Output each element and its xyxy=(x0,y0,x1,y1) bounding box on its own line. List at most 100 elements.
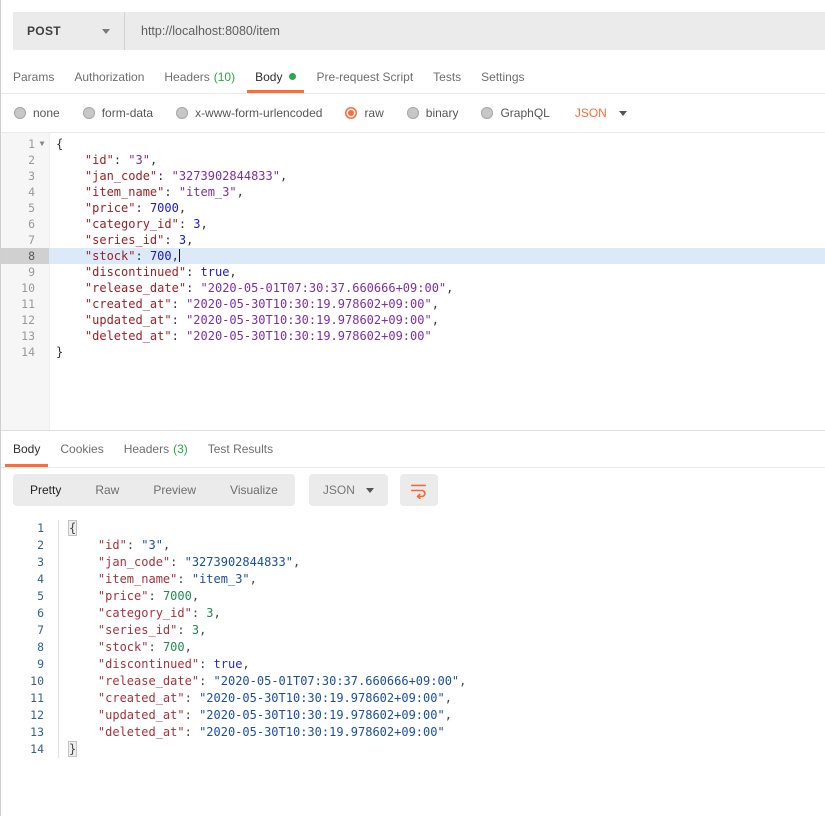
code-line-content: "price": 7000, xyxy=(49,200,825,216)
token: 3 xyxy=(193,217,201,231)
code-line-14[interactable]: 14} xyxy=(1,344,825,360)
token: "3273902844833" xyxy=(171,169,280,183)
token: : xyxy=(184,708,200,722)
code-line-4[interactable]: 4 "item_name": "item_3", xyxy=(1,184,825,200)
body-mode-binary[interactable]: binary xyxy=(406,106,458,120)
code-line-content: "stock": 700, xyxy=(49,248,825,264)
request-tab-headers[interactable]: Headers (10) xyxy=(154,60,245,93)
token: "2020-05-30T10:30:19.978602+09:00" xyxy=(199,725,445,739)
response-view-raw[interactable]: Raw xyxy=(78,474,136,506)
response-tab-test-results[interactable]: Test Results xyxy=(198,431,283,467)
body-mode-graphql[interactable]: GraphQL xyxy=(481,106,550,120)
request-tab-body[interactable]: Body xyxy=(245,60,306,93)
code-line-2[interactable]: 2 "id": "3", xyxy=(1,152,825,168)
token: "2020-05-01T07:30:37.660666+09:00" xyxy=(200,281,447,295)
request-body-editor[interactable]: 1 ▼{2 "id": "3", 3 "jan_code": "3273902844… xyxy=(1,133,825,431)
code-line-12[interactable]: 12 "updated_at": "2020-05-30T10:30:19.97… xyxy=(1,312,825,328)
code-line-6[interactable]: 6 "category_id": 3, xyxy=(1,216,825,232)
response-tab-body[interactable]: Body xyxy=(3,431,50,467)
code-line-content: "item_name": "item_3", xyxy=(49,184,825,200)
token: "category_id" xyxy=(97,606,192,620)
code-line-1[interactable]: 1 ▼ { xyxy=(1,136,825,152)
token: , xyxy=(431,297,439,311)
response-tab-headers[interactable]: Headers (3) xyxy=(114,431,198,467)
response-view-preview[interactable]: Preview xyxy=(136,474,213,506)
line-number-text: 7 xyxy=(28,233,35,247)
token: "2020-05-30T10:30:19.978602+09:00" xyxy=(186,313,432,327)
chevron-down-icon xyxy=(102,28,110,34)
line-number: 8 xyxy=(1,248,49,264)
mode-label: x-www-form-urlencoded xyxy=(195,106,323,120)
token: "3" xyxy=(128,153,150,167)
code-line-12: 12 "updated_at": "2020-05-30T10:30:19.97… xyxy=(1,707,825,724)
token: "discontinued" xyxy=(84,265,187,279)
token: "deleted_at" xyxy=(84,329,172,343)
code-line-content: "updated_at": "2020-05-30T10:30:19.97860… xyxy=(59,707,825,724)
line-number-text: 13 xyxy=(21,329,35,343)
fold-arrow-icon[interactable]: ▼ xyxy=(35,136,49,152)
request-tab-tests[interactable]: Tests xyxy=(423,60,471,93)
line-number-text: 4 xyxy=(28,185,35,199)
line-number: 11 xyxy=(1,296,49,312)
code-line-content: { xyxy=(59,520,825,537)
request-tab-params[interactable]: Params xyxy=(3,60,64,93)
url-input[interactable]: http://localhost:8080/item xyxy=(125,12,825,50)
mode-label: raw xyxy=(364,106,384,120)
code-line-7: 7 "series_id": 3, xyxy=(1,622,825,639)
body-mode-x-www-form-urlencoded[interactable]: x-www-form-urlencoded xyxy=(176,106,322,120)
code-line-1: 1{ xyxy=(1,520,825,537)
code-line-7[interactable]: 7 "series_id": 3, xyxy=(1,232,825,248)
body-mode-none[interactable]: none xyxy=(14,106,60,120)
token: , xyxy=(199,623,207,637)
response-view-pretty[interactable]: Pretty xyxy=(13,474,78,506)
token: : xyxy=(199,657,214,671)
token: 3 xyxy=(191,623,200,637)
token: : xyxy=(171,329,187,343)
response-language-label: JSON xyxy=(322,483,355,497)
code-line-3[interactable]: 3 "jan_code": "3273902844833", xyxy=(1,168,825,184)
token: 3 xyxy=(178,233,187,247)
token: "2020-05-30T10:30:19.978602+09:00" xyxy=(186,297,432,311)
token: "item_name" xyxy=(97,572,178,586)
line-number-text: 8 xyxy=(28,249,35,263)
wrap-lines-button[interactable] xyxy=(399,474,438,506)
request-tab-settings[interactable]: Settings xyxy=(471,60,534,93)
body-mode-form-data[interactable]: form-data xyxy=(82,106,154,120)
request-tab-authorization[interactable]: Authorization xyxy=(64,60,154,93)
response-toolbar: Pretty Raw Preview Visualize JSON xyxy=(1,468,825,512)
request-tab-pre-request-script[interactable]: Pre-request Script xyxy=(306,60,423,93)
token: , xyxy=(229,265,237,279)
code-line-9[interactable]: 9 "discontinued": true, xyxy=(1,264,825,280)
line-number: 3 xyxy=(1,168,49,184)
line-number: 11 xyxy=(1,690,59,707)
response-language-dropdown[interactable]: JSON xyxy=(308,474,388,506)
code-line-13[interactable]: 13 "deleted_at": "2020-05-30T10:30:19.97… xyxy=(1,328,825,344)
token: : xyxy=(113,153,129,167)
mode-label: form-data xyxy=(101,106,154,120)
code-line-5[interactable]: 5 "price": 7000, xyxy=(1,200,825,216)
request-language-dropdown[interactable]: JSON xyxy=(575,106,627,120)
line-number: 6 xyxy=(1,605,59,622)
token: , xyxy=(242,657,250,671)
code-line-10[interactable]: 10 "release_date": "2020-05-01T07:30:37.… xyxy=(1,280,825,296)
code-line-8[interactable]: 8 "stock": 700, xyxy=(1,248,825,264)
tab-label: Test Results xyxy=(207,442,274,456)
token: , xyxy=(279,169,288,183)
response-view-visualize[interactable]: Visualize xyxy=(213,474,295,506)
mode-label: GraphQL xyxy=(500,106,550,120)
token: { xyxy=(69,521,77,535)
code-line-content: "deleted_at": "2020-05-30T10:30:19.97860… xyxy=(49,328,825,344)
response-tab-cookies[interactable]: Cookies xyxy=(50,431,113,467)
code-line-content: "discontinued": true, xyxy=(49,264,825,280)
code-line-11[interactable]: 11 "created_at": "2020-05-30T10:30:19.97… xyxy=(1,296,825,312)
body-mode-raw[interactable]: raw xyxy=(345,106,384,120)
method-dropdown[interactable]: POST xyxy=(13,12,125,50)
